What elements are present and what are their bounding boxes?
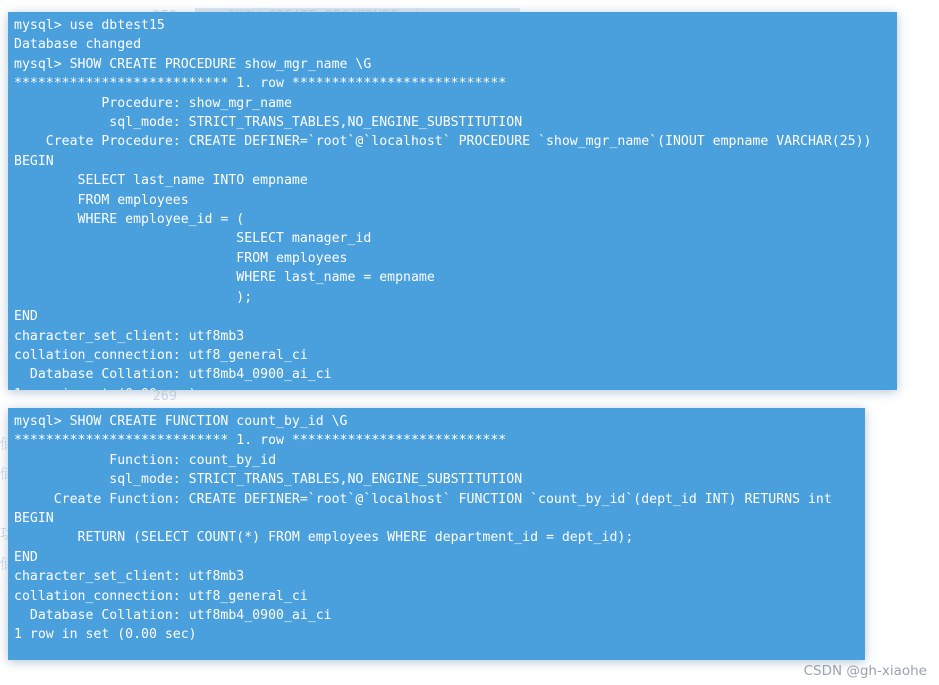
terminal-line: END bbox=[14, 549, 38, 565]
terminal-line: BEGIN bbox=[14, 511, 54, 527]
terminal-line: Database Collation: utf8mb4_0900_ai_ci bbox=[14, 367, 332, 383]
terminal-line: Database changed bbox=[14, 37, 142, 53]
terminal-line: WHERE employee_id = ( bbox=[14, 212, 245, 228]
show-create-procedure-terminal[interactable]: mysql> use dbtest15 Database changed mysql… bbox=[8, 12, 897, 390]
terminal-output-function: mysql> SHOW CREATE FUNCTION count_by_id … bbox=[8, 408, 865, 660]
terminal-output-procedure: mysql> use dbtest15 Database changed mysql… bbox=[8, 12, 897, 390]
terminal-line: RETURN (SELECT COUNT(*) FROM employees W… bbox=[14, 530, 634, 546]
show-create-function-terminal[interactable]: mysql> SHOW CREATE FUNCTION count_by_id … bbox=[8, 408, 865, 660]
terminal-line: sql_mode: STRICT_TRANS_TABLES,NO_ENGINE_… bbox=[14, 472, 523, 488]
terminal-line: *************************** 1. row *****… bbox=[14, 433, 507, 449]
terminal-line: SELECT last_name INTO empname bbox=[14, 173, 308, 189]
terminal-line: FROM employees bbox=[14, 250, 348, 266]
terminal-line: *************************** 1. row *****… bbox=[14, 76, 507, 92]
terminal-line: SELECT manager_id bbox=[14, 231, 372, 247]
csdn-watermark: CSDN @gh-xiaohe bbox=[803, 663, 927, 679]
terminal-line: Procedure: show_mgr_name bbox=[14, 95, 292, 111]
terminal-line: character_set_client: utf8mb3 bbox=[14, 328, 245, 344]
terminal-line: BEGIN bbox=[14, 153, 54, 169]
terminal-line: character_set_client: utf8mb3 bbox=[14, 569, 245, 585]
terminal-line: mysql> SHOW CREATE FUNCTION count_by_id … bbox=[14, 414, 348, 429]
terminal-line: 1 row in set (0.00 sec) bbox=[14, 627, 197, 643]
terminal-line: Function: count_by_id bbox=[14, 452, 277, 468]
terminal-line: Create Procedure: CREATE DEFINER=`root`@… bbox=[14, 134, 872, 150]
background-code-text bbox=[195, 388, 203, 404]
terminal-line: Database Collation: utf8mb4_0900_ai_ci bbox=[14, 608, 332, 624]
terminal-line: sql_mode: STRICT_TRANS_TABLES,NO_ENGINE_… bbox=[14, 115, 523, 131]
terminal-line: 1 row in set (0.00 sec) bbox=[14, 385, 897, 390]
terminal-line: END bbox=[14, 309, 38, 325]
terminal-line: mysql> use dbtest15 bbox=[14, 18, 165, 33]
terminal-line: Create Function: CREATE DEFINER=`root`@`… bbox=[14, 491, 832, 507]
terminal-line: WHERE last_name = empname bbox=[14, 270, 435, 286]
terminal-line: collation_connection: utf8_general_ci bbox=[14, 588, 308, 604]
terminal-line: mysql> SHOW CREATE PROCEDURE show_mgr_na… bbox=[14, 56, 372, 72]
terminal-line: ); bbox=[14, 289, 253, 305]
terminal-line: collation_connection: utf8_general_ci bbox=[14, 347, 308, 363]
terminal-line: FROM employees bbox=[14, 192, 189, 208]
